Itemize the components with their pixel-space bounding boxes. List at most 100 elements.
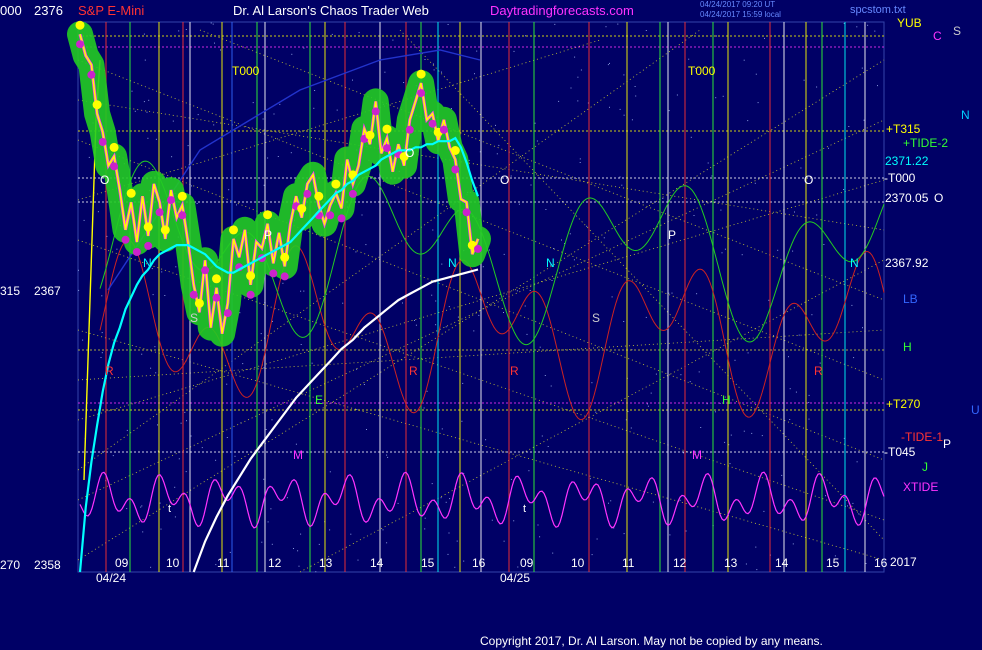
hour-tick: 15 — [826, 556, 840, 570]
star-dot — [858, 513, 860, 515]
label-tide2: +TIDE-2 — [903, 136, 949, 150]
star-dot — [178, 458, 180, 460]
star-dot — [297, 550, 299, 552]
star-dot — [510, 175, 512, 177]
star-dot — [541, 435, 543, 437]
star-dot — [392, 39, 394, 41]
star-dot — [142, 531, 144, 533]
star-dot — [185, 29, 187, 30]
star-dot — [431, 294, 433, 296]
star-dot — [716, 35, 717, 37]
star-dot — [865, 563, 867, 564]
star-dot — [720, 209, 722, 211]
harmonic-line — [399, 29, 885, 541]
star-dot — [794, 211, 795, 213]
price-low-dot — [280, 272, 289, 281]
price-low-dot — [428, 119, 437, 128]
price-low-dot — [98, 138, 107, 146]
star-dot — [397, 502, 399, 504]
star-dot — [403, 82, 405, 83]
star-dot — [510, 478, 512, 480]
star-dot — [609, 106, 610, 108]
hour-tick: 15 — [421, 556, 435, 570]
price-low-dot — [121, 235, 130, 244]
star-dot — [495, 124, 496, 126]
star-dot — [213, 124, 215, 126]
star-dot — [476, 50, 478, 52]
plot-letter-r: R — [510, 364, 519, 378]
star-dot — [432, 63, 434, 65]
star-dot — [646, 403, 648, 405]
star-dot — [229, 551, 231, 553]
star-dot — [141, 505, 143, 507]
star-dot — [350, 533, 352, 535]
star-dot — [252, 102, 254, 104]
star-dot — [363, 384, 365, 385]
star-dot — [226, 437, 228, 438]
price-low-dot — [178, 211, 187, 220]
star-dot — [755, 73, 757, 75]
star-dot — [461, 420, 463, 422]
star-dot — [451, 108, 452, 110]
label-n: N — [961, 108, 970, 122]
price-chart — [67, 20, 885, 573]
star-dot — [78, 269, 79, 271]
star-dot — [331, 33, 333, 35]
axis-mid-price: 2367 — [34, 284, 61, 298]
star-dot — [329, 471, 331, 473]
star-dot — [214, 42, 215, 44]
star-dot — [329, 529, 331, 531]
hour-tick: 10 — [571, 556, 585, 570]
star-dot — [577, 100, 579, 102]
star-dot — [131, 90, 133, 92]
label-xtide: XTIDE — [903, 480, 939, 494]
price-high-dot — [280, 252, 290, 262]
star-dot — [747, 120, 749, 122]
star-dot — [126, 429, 128, 431]
price-high-dot — [263, 210, 273, 220]
star-dot — [617, 23, 619, 25]
star-dot — [763, 510, 765, 512]
star-dot — [862, 327, 863, 329]
star-dot — [239, 312, 241, 314]
label-s: S — [953, 24, 962, 38]
star-dot — [342, 302, 344, 304]
star-dot — [457, 316, 459, 318]
label-lb: LB — [903, 292, 918, 306]
star-dot — [97, 211, 99, 213]
star-dot — [355, 251, 357, 253]
star-dot — [722, 95, 724, 97]
star-dot — [144, 59, 146, 61]
star-dot — [693, 215, 695, 216]
plot-letter-p: P — [264, 228, 273, 242]
hour-tick: 12 — [268, 556, 282, 570]
star-dot — [768, 299, 770, 301]
star-dot — [544, 375, 546, 376]
plot-letter-s: S — [190, 311, 199, 325]
hour-tick: 13 — [319, 556, 333, 570]
star-dot — [441, 71, 442, 73]
price-low-dot — [462, 208, 471, 217]
star-dot — [577, 76, 579, 78]
star-dot — [573, 259, 575, 261]
hour-tick: 14 — [370, 556, 384, 570]
plot-letter-r: R — [105, 364, 114, 378]
star-dot — [234, 455, 236, 457]
site-link[interactable]: Daytradingforecasts.com — [490, 3, 634, 18]
star-dot — [424, 517, 426, 519]
price-high-dot — [177, 191, 187, 201]
star-dot — [529, 290, 531, 291]
star-dot — [279, 103, 281, 105]
hour-tick: 10 — [166, 556, 180, 570]
star-dot — [724, 441, 726, 443]
star-dot — [366, 429, 367, 430]
star-dot — [808, 402, 810, 403]
price-high-dot — [109, 142, 119, 152]
hour-tick: 14 — [775, 556, 789, 570]
star-dot — [148, 99, 150, 101]
star-dot — [226, 383, 228, 385]
star-dot — [788, 356, 789, 358]
star-dot — [155, 372, 157, 374]
star-dot — [741, 254, 743, 256]
star-dot — [808, 394, 810, 396]
